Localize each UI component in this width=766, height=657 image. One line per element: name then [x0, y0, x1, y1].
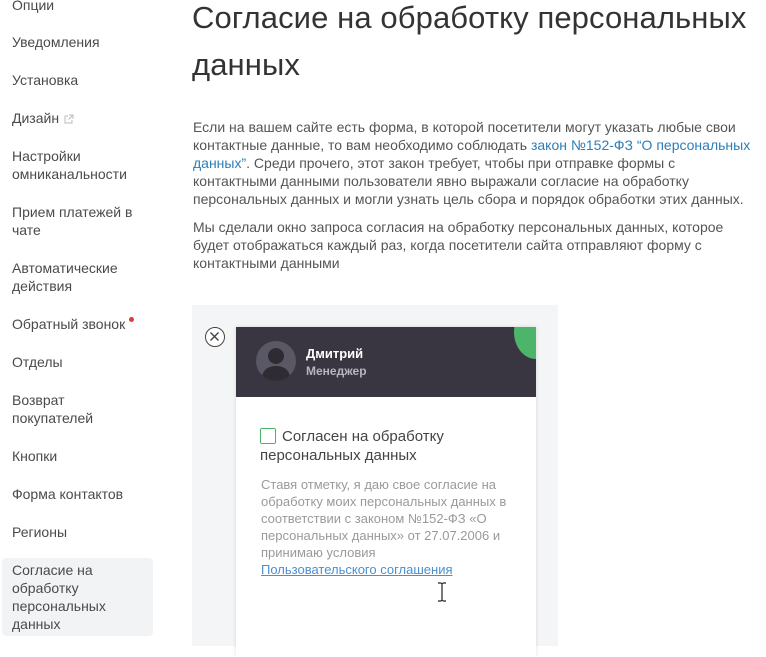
close-icon [210, 332, 219, 341]
operator-role: Менеджер [306, 364, 367, 378]
intro-text-end: . Среди прочего, этот закон требует, что… [193, 155, 744, 207]
sidebar-item-regions[interactable]: Регионы [2, 523, 153, 541]
status-corner [514, 327, 536, 359]
new-badge-dot [129, 317, 135, 322]
sidebar-item-label: Регионы [12, 524, 68, 540]
sidebar-item-departments[interactable]: Отделы [2, 353, 153, 371]
sidebar-item-label: Обратный звонок [12, 316, 126, 332]
sidebar-item-buttons[interactable]: Кнопки [2, 447, 153, 465]
sidebar-item-omnichannel[interactable]: Настройки омниканальности [2, 147, 153, 183]
sidebar-item-notifications[interactable]: Уведомления [2, 33, 153, 51]
sidebar-item-label: Дизайн [12, 110, 60, 126]
sidebar-item-label: Согласие на обработку персональных данны… [12, 562, 106, 632]
sidebar-item-label: Автоматические действия [12, 260, 118, 294]
sidebar-item-label: Кнопки [12, 448, 58, 464]
consent-checkbox-row[interactable]: Согласен на обработку персональных данны… [260, 427, 520, 465]
sidebar-item-label: Настройки омниканальности [12, 148, 127, 182]
external-link-icon [64, 114, 74, 124]
avatar [256, 341, 296, 381]
text-cursor-icon [438, 582, 446, 602]
consent-legal-text: Ставя отметку, я даю свое согласие на об… [261, 476, 513, 578]
legal-text: Ставя отметку, я даю свое согласие на об… [261, 477, 507, 560]
widget-header: Дмитрий Менеджер [236, 327, 536, 397]
sidebar-item-payments[interactable]: Прием платежей в чате [2, 203, 153, 239]
sidebar-item-label: Уведомления [12, 34, 100, 50]
sidebar-item-returning-customers[interactable]: Возврат покупателей [2, 391, 153, 427]
sidebar-item-callback[interactable]: Обратный звонок [2, 315, 153, 333]
sidebar-item-options[interactable]: Опции [2, 0, 153, 14]
sidebar-item-label: Установка [12, 72, 79, 88]
sidebar-item-personal-data-consent[interactable]: Согласие на обработку персональных данны… [2, 558, 153, 636]
chat-widget: Дмитрий Менеджер Согласен на обработку п… [236, 327, 536, 657]
sidebar-item-design[interactable]: Дизайн [2, 109, 153, 127]
user-silhouette-icon [261, 348, 291, 381]
sidebar-item-label: Форма контактов [12, 486, 124, 502]
sidebar-item-auto-actions[interactable]: Автоматические действия [2, 259, 153, 295]
sidebar: Опции Уведомления Установка Дизайн Настр… [0, 0, 160, 646]
intro-paragraph: Если на вашем сайте есть форма, в которо… [193, 118, 758, 208]
operator-name: Дмитрий [306, 346, 364, 361]
sidebar-item-contact-form[interactable]: Форма контактов [2, 485, 153, 503]
close-button[interactable] [205, 327, 225, 347]
sidebar-item-label: Прием платежей в чате [12, 204, 133, 238]
sidebar-item-installation[interactable]: Установка [2, 71, 153, 89]
user-agreement-link[interactable]: Пользовательского соглашения [261, 561, 513, 578]
sidebar-item-label: Возврат покупателей [12, 392, 94, 426]
description-paragraph: Мы сделали окно запроса согласия на обра… [193, 219, 724, 271]
sidebar-item-label: Отделы [12, 354, 63, 370]
page-title: Согласие на обработку персональных данны… [192, 0, 747, 82]
consent-checkbox[interactable] [260, 428, 276, 444]
consent-label: Согласен на обработку персональных данны… [260, 428, 444, 464]
sidebar-item-label: Опции [12, 0, 55, 13]
